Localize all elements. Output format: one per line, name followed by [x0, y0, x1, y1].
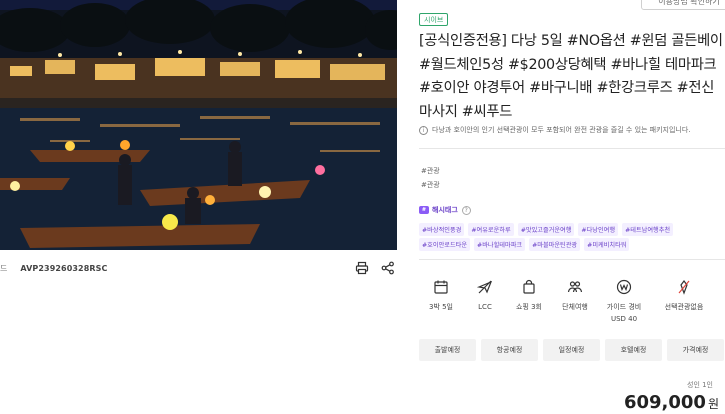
feature-guide-fee: 가이드 경비 USD 40	[599, 278, 649, 325]
feature-duration: 3박 5일	[419, 278, 463, 325]
hashtag-row-1: #바상적인풍경 #여유로운하루 #맛있고즐거운여행 #다낭인여행 #테트남여행추…	[419, 223, 725, 236]
calendar-icon	[432, 278, 450, 296]
hashtag-chip[interactable]: #여유로운하루	[468, 223, 514, 236]
info-icon: i	[419, 125, 428, 135]
divider	[419, 148, 725, 149]
hashtag-chip[interactable]: #바상적인풍경	[419, 223, 465, 236]
help-icon[interactable]: ?	[461, 205, 471, 215]
tab-departure[interactable]: 출발예정	[419, 339, 476, 361]
currency: 원	[707, 397, 719, 411]
hashtag-icon: #	[419, 206, 429, 214]
tab-itinerary[interactable]: 일정예정	[543, 339, 600, 361]
tab-hotel[interactable]: 호텔예정	[605, 339, 662, 361]
feature-shopping: 쇼핑 3회	[507, 278, 551, 325]
hashtag-chip[interactable]: #호이안로드타운	[419, 238, 471, 251]
price-label: 성인 1인	[687, 381, 713, 389]
hashtag-title: 해시태그	[432, 206, 458, 214]
hashtag-row-2: #호이안로드타운 #바나힐테마파크 #마블마운틴관광 #미케비치타워	[419, 238, 725, 251]
hashtag-chip[interactable]: #다낭인여행	[578, 223, 619, 236]
feature-label: LCC	[478, 303, 492, 311]
product-code-row: 드 AVP239260328RSC	[0, 259, 400, 277]
shopping-bag-icon	[520, 278, 538, 296]
feature-sub: USD 40	[610, 315, 638, 323]
usage-guide-button[interactable]: 이용방법 확인하기	[641, 0, 725, 10]
feature-label: 쇼핑 3회	[516, 303, 542, 311]
category-tag[interactable]: #관광	[421, 166, 440, 176]
price: 609,000 원	[624, 392, 719, 413]
feature-label: 3박 5일	[428, 303, 453, 311]
price-value: 609,000	[623, 392, 706, 413]
hashtag-header: # 해시태그 ?	[419, 205, 471, 215]
group-icon	[566, 278, 584, 296]
hashtag-chip[interactable]: #바나힐테마파크	[474, 238, 526, 251]
product-detail-panel: 이용방법 확인하기 시이브 [공식인증전용] 다낭 5일 #NO옵션 #윈덤 골…	[419, 0, 725, 414]
product-photo	[0, 0, 397, 250]
hashtag-chip[interactable]: #테트남여행추천	[622, 223, 674, 236]
product-notice: i 다낭과 호이안의 인기 선택관광이 모두 포함되어 완전 관광을 즐길 수 …	[419, 124, 725, 136]
won-coin-icon	[615, 278, 633, 296]
schedule-tabs: 출발예정 항공예정 일정예정 호텔예정 가격예정	[419, 339, 725, 361]
hashtag-chip[interactable]: #맛있고즐거운여행	[517, 223, 575, 236]
feature-group: 단체여행	[551, 278, 599, 325]
category-tag[interactable]: #관광	[421, 180, 440, 190]
feature-no-option: 선택관광없음	[649, 278, 719, 325]
product-code: AVP239260328RSC	[20, 263, 108, 273]
share-icon[interactable]	[379, 259, 397, 277]
feature-airline: LCC	[463, 278, 507, 325]
product-code-label: 드	[0, 263, 8, 273]
product-title: [공식인증전용] 다낭 5일 #NO옵션 #윈덤 골든베이 #월드체인5성 #$…	[419, 33, 723, 120]
print-icon[interactable]	[353, 259, 371, 277]
feature-label: 가이드 경비	[606, 303, 642, 311]
no-option-icon	[675, 278, 693, 296]
plane-icon	[476, 278, 494, 296]
feature-label: 선택관광없음	[664, 303, 704, 311]
divider	[419, 259, 725, 260]
feature-label: 단체여행	[562, 303, 588, 311]
feature-list: 3박 5일 LCC 쇼핑 3회 단체여행 가이드 경비 USD 40 선택관광없…	[419, 278, 725, 325]
notice-text: 다낭과 호이안의 인기 선택관광이 모두 포함되어 완전 관광을 즐길 수 있는…	[432, 126, 691, 134]
tab-flight[interactable]: 항공예정	[481, 339, 538, 361]
status-badge: 시이브	[419, 13, 449, 26]
hashtag-chip[interactable]: #미케비치타워	[584, 238, 630, 251]
tab-price[interactable]: 가격예정	[667, 339, 724, 361]
hashtag-chip[interactable]: #마블마운틴관광	[529, 238, 581, 251]
